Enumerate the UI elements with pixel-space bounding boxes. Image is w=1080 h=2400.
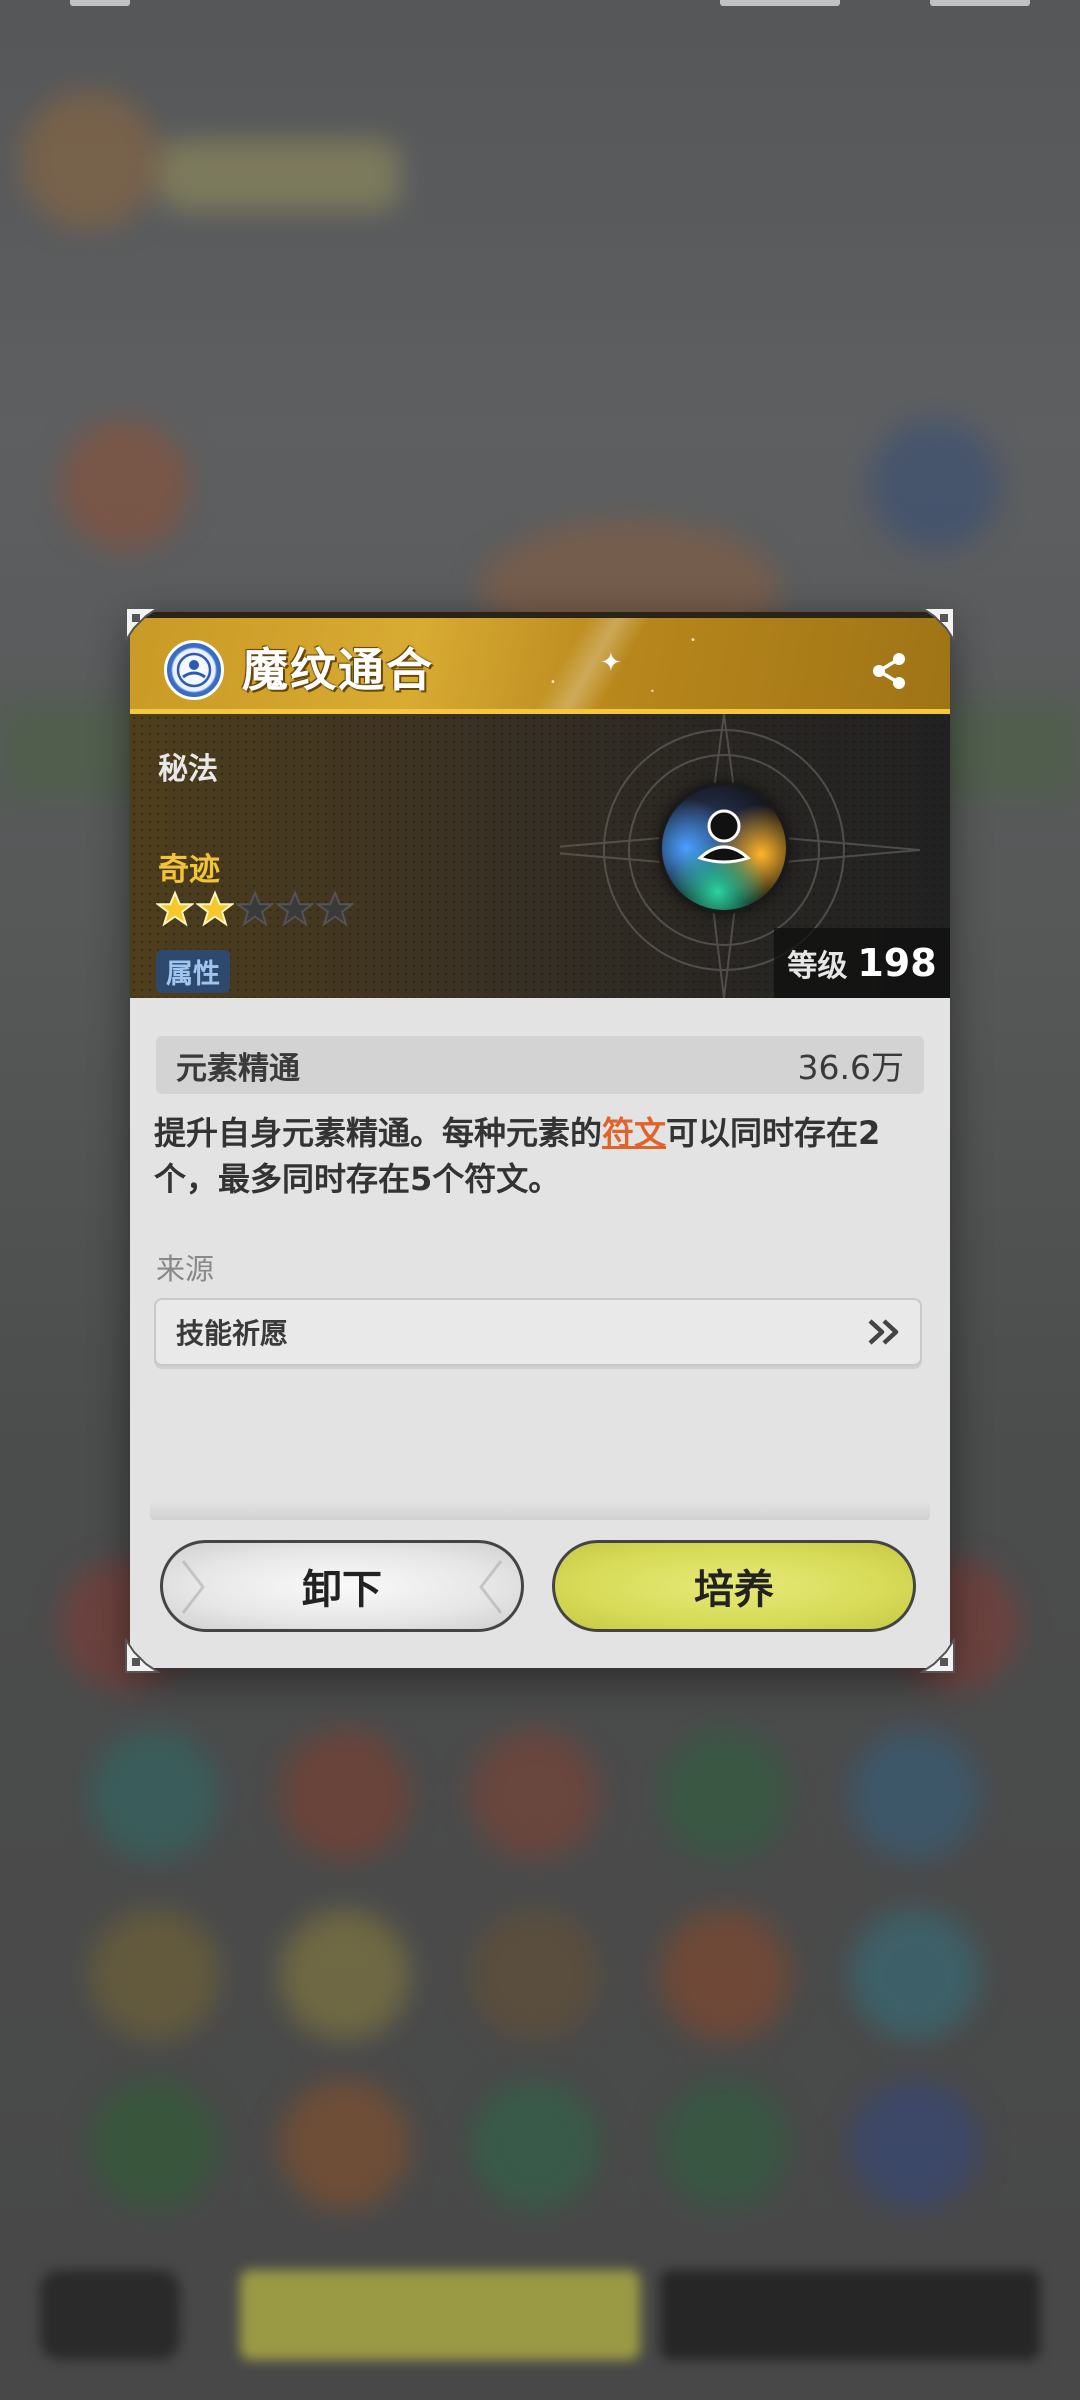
item-detail-dialog: ✦ • • • 魔纹通合 [125,607,955,1673]
share-icon[interactable] [868,650,910,692]
level-indicator: 等级 198 [774,928,950,998]
attribute-badge[interactable]: 属性 [156,950,230,993]
corner-ornament-icon [124,606,160,642]
dialog-header: ✦ • • • 魔纹通合 [130,612,950,714]
status-bar [0,0,1080,10]
star-icon [156,890,194,927]
unequip-button-label: 卸下 [302,1567,382,1613]
item-type: 秘法 [158,752,218,787]
unequip-button[interactable]: 卸下 [160,1540,524,1632]
star-rating [156,890,354,928]
divider [150,1500,930,1520]
star-icon [276,890,314,927]
star-icon [316,890,354,927]
rune-link[interactable]: 符文 [602,1114,666,1152]
corner-ornament-icon [124,1638,160,1674]
source-item-label: 技能祈愿 [176,1317,289,1350]
corner-ornament-icon [920,1638,956,1674]
item-banner: 秘法 奇迹 属性 等级 198 [130,714,950,998]
emblem-icon [164,640,224,700]
train-button[interactable]: 培养 [552,1540,916,1632]
item-rarity: 奇迹 [158,852,220,888]
bottom-action-bar [0,2240,1080,2400]
description-text: 提升自身元素精通。每种元素的 [154,1114,603,1152]
star-icon [196,890,234,927]
source-label: 来源 [156,1252,215,1286]
skill-orb-icon [662,786,786,910]
double-chevron-right-icon [868,1319,899,1345]
star-icon [236,890,274,927]
level-value: 198 [857,941,937,985]
source-item-skill-wish[interactable]: 技能祈愿 [154,1298,922,1366]
item-description: 提升自身元素精通。每种元素的符文可以同时存在2个，最多同时存在5个符文。 [154,1110,924,1202]
corner-ornament-icon [920,606,956,642]
level-label: 等级 [787,949,848,984]
item-title: 魔纹通合 [242,643,434,697]
stat-row: 元素精通 36.6万 [156,1036,924,1094]
stat-name: 元素精通 [176,1050,300,1087]
stat-value: 36.6万 [797,1048,904,1087]
train-button-label: 培养 [694,1567,774,1613]
